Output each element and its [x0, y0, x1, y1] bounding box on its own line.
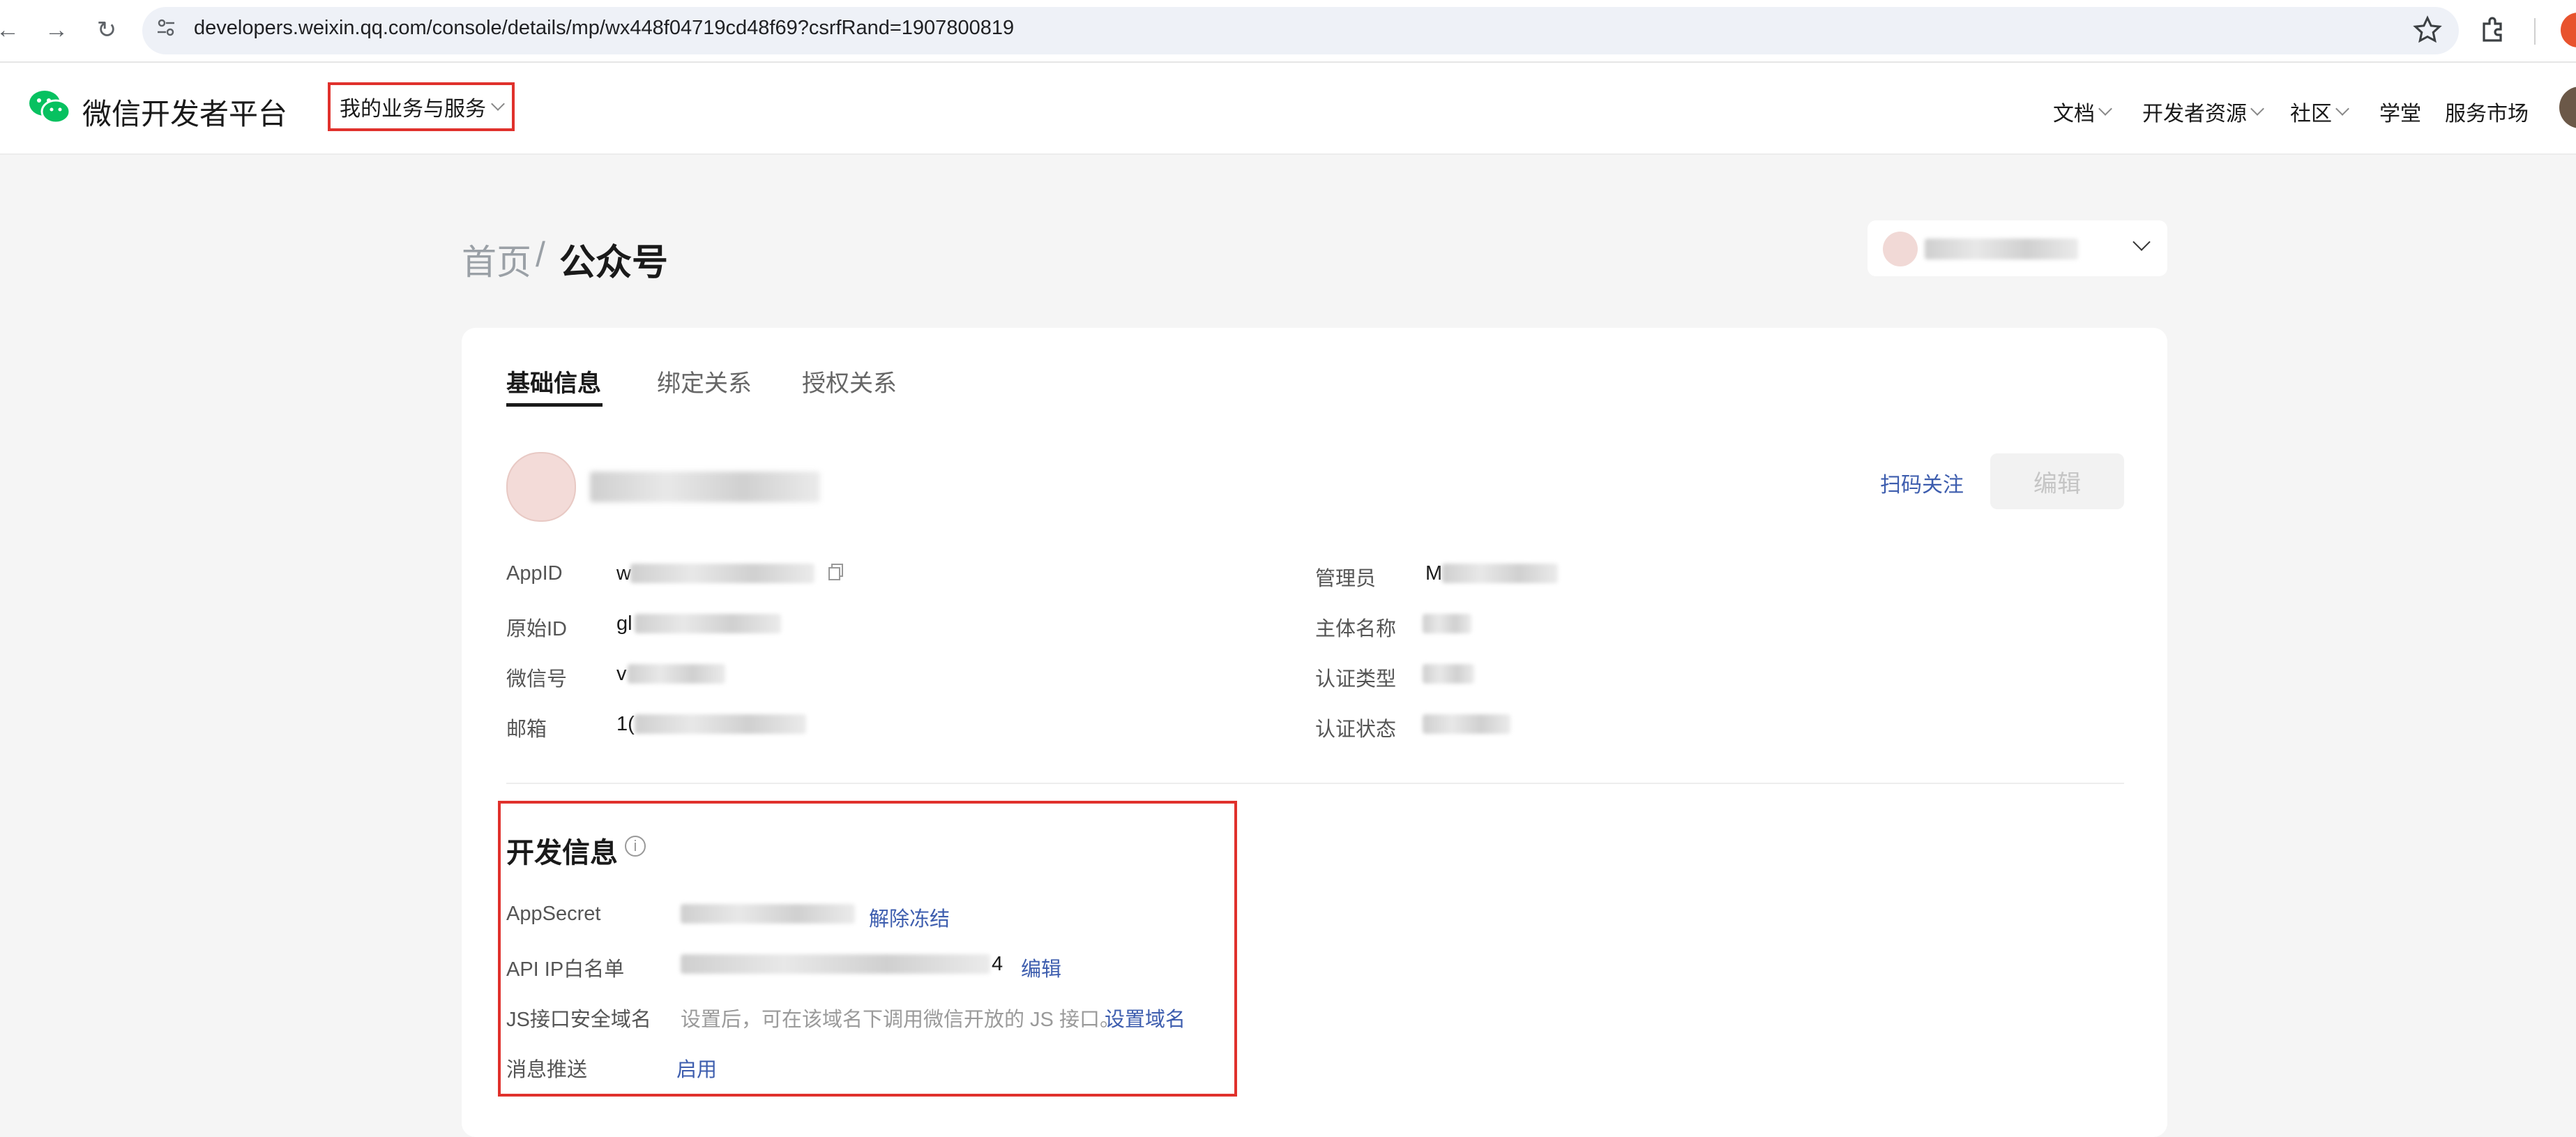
- label-js-domain: JS接口安全域名: [506, 1009, 651, 1031]
- nav-service-market-label: 服务市场: [2445, 103, 2529, 126]
- admin-value-prefix: M: [1425, 562, 1443, 585]
- forward-icon[interactable]: →: [39, 13, 74, 47]
- tab-binding[interactable]: 绑定关系: [657, 364, 752, 398]
- js-domain-hint: 设置后，可在该域名下调用微信开放的 JS 接口。: [681, 1009, 1120, 1031]
- edit-whitelist-link[interactable]: 编辑: [1021, 953, 1061, 982]
- nav-academy-label: 学堂: [2379, 103, 2421, 126]
- active-tab-indicator: [506, 403, 603, 407]
- ip-whitelist-value-redacted: [681, 954, 990, 974]
- nav-docs-label: 文档: [2053, 103, 2095, 126]
- label-appid: AppID: [506, 562, 563, 585]
- edit-button[interactable]: 编辑: [1990, 453, 2124, 509]
- entity-name-value-redacted: [1423, 614, 1471, 633]
- wechat-id-value-prefix: v: [616, 663, 627, 685]
- unfreeze-link[interactable]: 解除冻结: [869, 903, 950, 932]
- nav-service-market[interactable]: 服务市场: [2445, 96, 2529, 127]
- scan-follow-link[interactable]: 扫码关注: [1880, 467, 1964, 498]
- reload-icon[interactable]: ↻: [89, 13, 124, 47]
- cert-type-value-redacted: [1423, 664, 1474, 684]
- extensions-icon[interactable]: [2477, 13, 2512, 47]
- nav-academy[interactable]: 学堂: [2379, 96, 2421, 127]
- nav-docs[interactable]: 文档: [2053, 96, 2112, 127]
- label-original-id: 原始ID: [506, 618, 568, 640]
- account-name-redacted: [590, 472, 820, 502]
- original-id-value-prefix: gl: [616, 612, 632, 635]
- appid-value-prefix: w: [616, 562, 631, 585]
- label-entity-name: 主体名称: [1315, 618, 1397, 640]
- label-message-push: 消息推送: [506, 1059, 588, 1081]
- email-value-prefix: 1(: [616, 713, 635, 735]
- star-icon[interactable]: [2411, 14, 2444, 46]
- breadcrumb-separator: /: [536, 235, 545, 274]
- page-title: 公众号: [559, 243, 669, 283]
- chevron-down-icon: [2250, 102, 2264, 116]
- nav-dev-resources[interactable]: 开发者资源: [2142, 96, 2264, 127]
- url-text[interactable]: developers.weixin.qq.com/console/details…: [194, 17, 1014, 40]
- chevron-down-icon: [491, 97, 505, 111]
- copy-icon[interactable]: [827, 562, 845, 582]
- wechat-id-value-redacted: [628, 664, 725, 684]
- my-business-label: 我的业务与服务: [340, 98, 486, 121]
- label-admin: 管理员: [1315, 568, 1377, 590]
- brand-name[interactable]: 微信开发者平台: [82, 91, 287, 133]
- chevron-down-icon: [2335, 102, 2349, 116]
- nav-community-label: 社区: [2290, 103, 2332, 126]
- account-avatar-large: [506, 452, 576, 522]
- account-avatar: [1883, 232, 1918, 266]
- admin-value-redacted: [1442, 564, 1558, 583]
- tab-authorization[interactable]: 授权关系: [802, 364, 897, 398]
- dev-info-title: 开发信息: [506, 838, 618, 868]
- ip-whitelist-value-suffix: 4: [992, 953, 1003, 975]
- cert-status-value-redacted: [1423, 714, 1510, 734]
- email-value-redacted: [635, 714, 806, 734]
- tab-basic-info[interactable]: 基础信息: [506, 364, 601, 398]
- label-appsecret: AppSecret: [506, 903, 601, 925]
- info-icon[interactable]: i: [625, 836, 646, 857]
- back-icon[interactable]: ←: [0, 13, 25, 47]
- label-email: 邮箱: [506, 718, 547, 741]
- my-business-menu[interactable]: 我的业务与服务: [328, 82, 515, 131]
- nav-community[interactable]: 社区: [2290, 96, 2349, 127]
- label-api-ip-whitelist: API IP白名单: [506, 958, 625, 981]
- breadcrumb-home[interactable]: 首页: [462, 234, 531, 285]
- section-divider: [506, 783, 2124, 784]
- nav-dev-resources-label: 开发者资源: [2142, 103, 2247, 126]
- account-name-redacted: [1925, 239, 2078, 259]
- enable-push-link[interactable]: 启用: [676, 1053, 717, 1083]
- label-wechat-id: 微信号: [506, 668, 568, 691]
- label-cert-status: 认证状态: [1315, 718, 1397, 741]
- appid-value-redacted: [630, 564, 815, 583]
- toolbar-divider: [2534, 18, 2536, 45]
- set-domain-link[interactable]: 设置域名: [1105, 1003, 1185, 1032]
- wechat-logo-icon[interactable]: [28, 88, 71, 127]
- chevron-down-icon: [2098, 102, 2112, 116]
- appsecret-value-redacted: [681, 904, 855, 924]
- original-id-value-redacted: [635, 614, 781, 633]
- site-info-icon[interactable]: [155, 17, 180, 45]
- label-cert-type: 认证类型: [1315, 668, 1397, 691]
